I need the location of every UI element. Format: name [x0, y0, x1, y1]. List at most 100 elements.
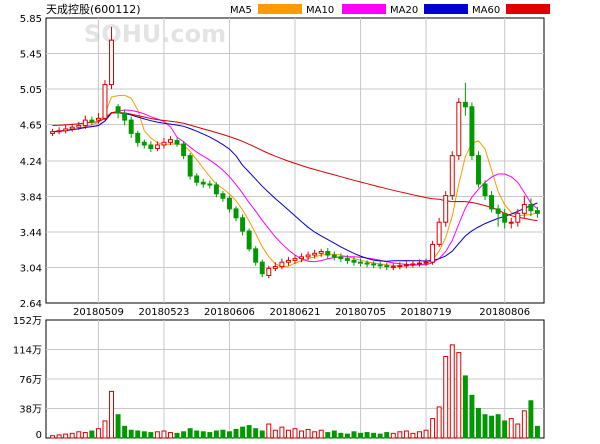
candle-body — [115, 106, 121, 114]
volume-bar — [102, 420, 108, 439]
price-tick-label: 3.44 — [20, 228, 42, 239]
volume-bar — [56, 434, 62, 439]
volume-bar — [246, 425, 252, 439]
volume-bar — [449, 344, 455, 439]
candle-body — [515, 212, 521, 223]
candle-body — [95, 117, 101, 121]
candle-body — [187, 155, 193, 177]
candle-body — [449, 155, 455, 197]
volume-bar — [358, 432, 363, 439]
candle-body — [194, 175, 200, 183]
candle-body — [135, 132, 141, 143]
volume-bar — [338, 432, 344, 439]
volume-bar — [128, 429, 134, 439]
candle-body — [233, 208, 239, 219]
legend-swatch-ma5 — [258, 4, 302, 14]
volume-bar — [50, 435, 56, 439]
volume-bar — [371, 432, 377, 439]
candle-body — [272, 266, 278, 269]
volume-bar — [364, 432, 370, 439]
candle-body — [63, 128, 69, 132]
volume-bar — [187, 428, 193, 439]
candle-body — [266, 267, 272, 276]
candle-body — [318, 251, 324, 254]
candle-body — [200, 181, 206, 185]
candle-body — [122, 112, 128, 121]
candle-body — [174, 140, 180, 145]
volume-bar — [109, 390, 114, 439]
volume-bar — [122, 425, 128, 439]
candle-body — [489, 195, 495, 210]
volume-tick-label: 114万 — [13, 346, 42, 357]
volume-bar — [63, 433, 69, 439]
candle-body — [430, 243, 436, 263]
volume-tick-label: 76万 — [19, 375, 42, 386]
date-tick-label: 20180719 — [401, 307, 452, 318]
stock-title: 天成控股(600112) — [46, 2, 141, 16]
volume-bar — [502, 420, 508, 439]
volume-bar — [495, 414, 501, 439]
volume-bar — [154, 431, 160, 439]
stock-chart: 天成控股(600112) SOHU.com MA5 MA10 MA20 MA60… — [13, 2, 550, 441]
candle-body — [168, 139, 173, 143]
volume-bar — [456, 352, 462, 439]
volume-bar — [220, 429, 226, 439]
volume-bar — [76, 431, 82, 439]
volume-bar — [253, 428, 259, 439]
candle-body — [456, 101, 462, 157]
candle-body — [521, 203, 527, 214]
candle-body — [161, 141, 167, 146]
candle-body — [397, 265, 403, 268]
volume-bar — [462, 375, 468, 439]
volume-bar — [305, 428, 311, 439]
price-axis: 5.85 5.45 5.05 4.65 4.24 3.84 3.44 3.04 2.64 — [20, 14, 42, 310]
legend-swatch-ma20 — [424, 4, 468, 14]
candle-body — [423, 261, 429, 264]
price-tick-label: 3.04 — [20, 263, 42, 274]
volume-bar — [417, 431, 422, 439]
volume-panel: 152万 114万 76万 38万 0 — [13, 316, 545, 441]
candle-body — [482, 183, 488, 197]
candle-body — [102, 84, 108, 119]
candle-body — [279, 261, 285, 268]
candle-body — [76, 124, 82, 128]
volume-bar — [200, 431, 206, 439]
candle-body — [390, 266, 396, 269]
volume-bar — [213, 430, 219, 439]
volume-bar — [318, 429, 324, 439]
price-tick-label: 3.84 — [20, 192, 42, 203]
candle-body — [331, 254, 337, 258]
candle-body — [253, 248, 259, 263]
volume-bar — [240, 426, 246, 439]
candle-body — [246, 230, 252, 250]
candle-body — [56, 130, 62, 133]
volume-bar — [148, 432, 154, 439]
volume-bar — [272, 429, 278, 439]
candle-body — [476, 155, 481, 185]
volume-bar — [423, 429, 429, 439]
date-tick-label: 20180705 — [335, 307, 386, 318]
volume-bar — [489, 415, 495, 439]
date-tick-label: 20180606 — [204, 307, 255, 318]
candle-body — [371, 263, 377, 266]
volume-bar — [135, 430, 141, 439]
volume-bar — [279, 426, 285, 439]
legend-swatch-ma60 — [506, 4, 550, 14]
volume-axis: 152万 114万 76万 38万 0 — [13, 316, 42, 441]
volume-bar — [515, 423, 521, 439]
volume-grid — [46, 320, 544, 438]
volume-bar — [528, 400, 534, 439]
volume-tick-label: 0 — [36, 430, 42, 440]
candle-body — [534, 210, 540, 214]
volume-bar — [292, 428, 298, 439]
date-tick-label: 20180523 — [138, 307, 189, 318]
price-tick-label: 5.45 — [20, 50, 42, 61]
date-tick-label: 20180806 — [479, 307, 530, 318]
volume-bar — [390, 432, 396, 439]
candle-body — [299, 256, 305, 260]
volume-bar — [384, 432, 390, 439]
candle-body — [213, 184, 219, 195]
volume-bar — [331, 430, 337, 439]
legend: MA5 MA10 MA20 MA60 — [230, 4, 550, 16]
volume-bar — [443, 355, 449, 439]
